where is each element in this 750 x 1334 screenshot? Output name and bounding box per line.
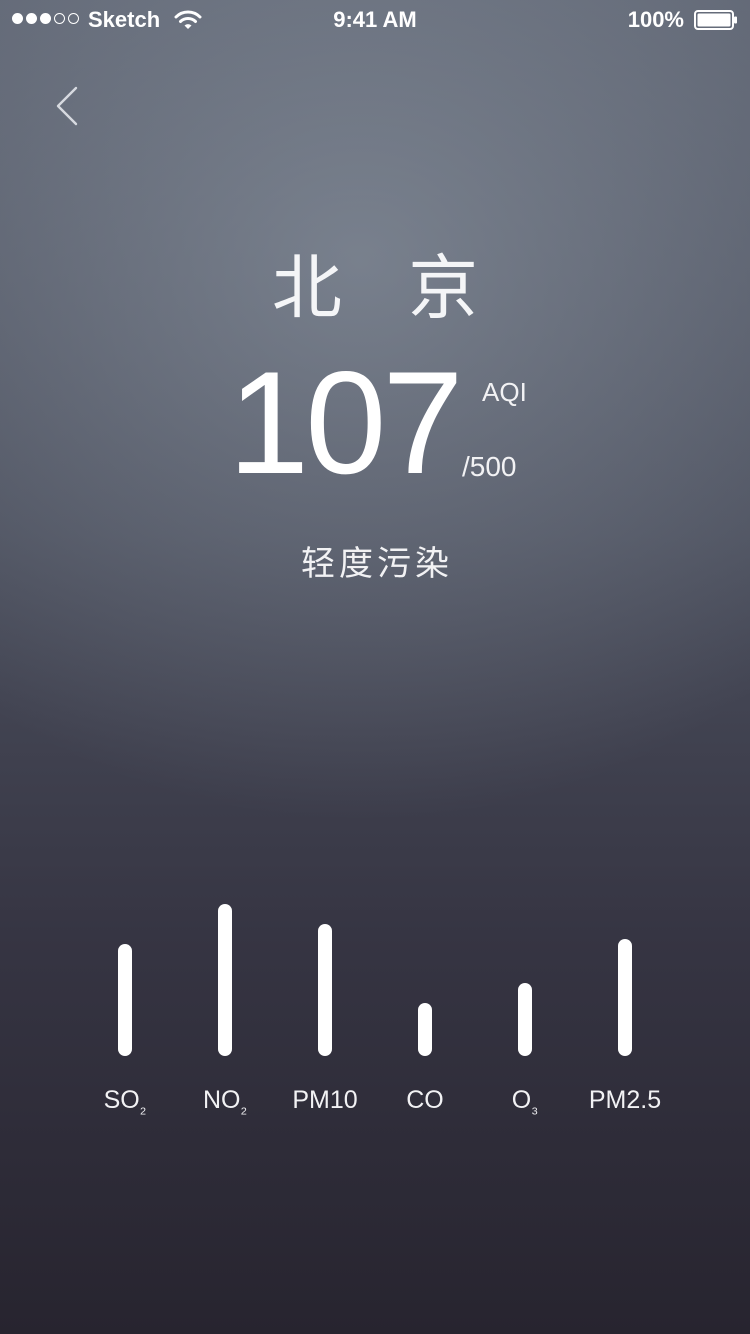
pollutant-label: SO₂	[103, 1086, 147, 1117]
city-name: 北 京	[271, 247, 501, 329]
aqi-max: /500	[462, 451, 517, 482]
pollutant-bar	[218, 904, 232, 1056]
pollutant-label: PM2.5	[588, 1086, 662, 1114]
back-button[interactable]	[48, 84, 88, 128]
pollutant-chart: SO₂ NO₂ PM10 CO O₃ PM2.5	[0, 880, 750, 1140]
pollutant-bar	[518, 983, 532, 1056]
battery-percent: 100%	[627, 7, 684, 32]
pollutant-item: NO₂	[175, 880, 275, 1140]
pollutant-label: O₃	[511, 1086, 539, 1117]
pollutant-item: O₃	[475, 880, 575, 1140]
pollutant-bar	[418, 1003, 432, 1056]
pollutant-item: CO	[375, 880, 475, 1140]
battery-icon	[694, 10, 737, 30]
aqi-value: 107	[228, 341, 464, 504]
aqi-screen: Sketch 9:41 AM 100% 北 京 107 AQI /500 轻度污…	[0, 0, 750, 1334]
chevron-left-icon	[56, 86, 78, 126]
pollutant-label: PM10	[292, 1086, 358, 1114]
pollutant-bar	[618, 939, 632, 1056]
pollutant-bar	[318, 924, 332, 1056]
pollutant-label: NO₂	[202, 1086, 248, 1117]
pollution-level: 轻度污染	[301, 544, 453, 584]
pollutant-bar	[118, 944, 132, 1056]
pollutant-item: PM10	[275, 880, 375, 1140]
pollutant-item: SO₂	[75, 880, 175, 1140]
pollutant-item: PM2.5	[575, 880, 675, 1140]
status-bar: Sketch 9:41 AM 100%	[0, 0, 750, 40]
pollutant-label: CO	[406, 1086, 444, 1114]
aqi-label: AQI	[482, 377, 527, 407]
